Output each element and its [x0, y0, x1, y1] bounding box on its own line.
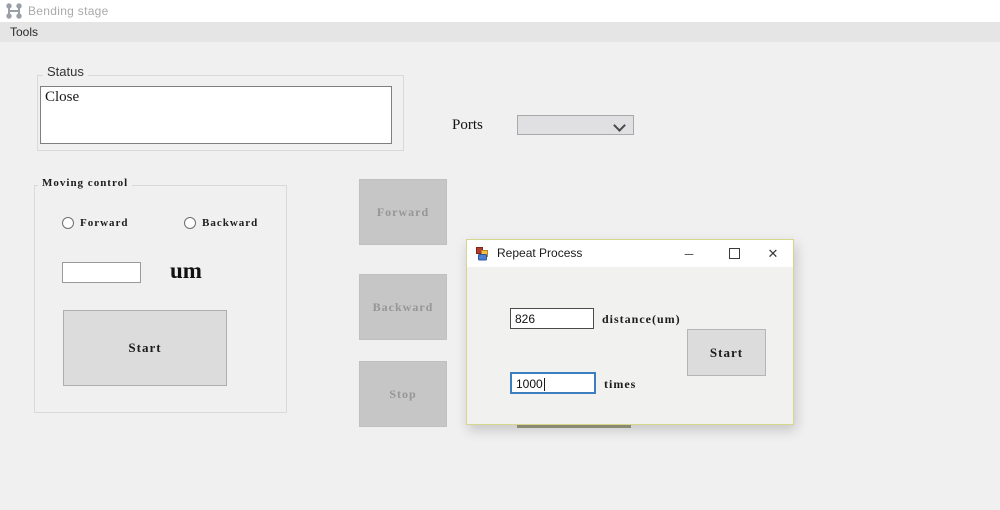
radio-circle-icon	[184, 217, 196, 229]
minimize-icon: ─	[684, 246, 694, 261]
radio-forward[interactable]: Forward	[62, 217, 129, 229]
repeat-start-button[interactable]: Start	[687, 329, 766, 376]
repeat-process-dialog: Repeat Process ─ ✕ distance(um) Start 10…	[466, 239, 794, 425]
main-window: Bending stage Tools Status Close Ports M…	[0, 0, 1000, 510]
chevron-down-icon	[613, 119, 626, 132]
status-group-title: Status	[43, 64, 88, 79]
jog-backward-label: Backward	[372, 299, 434, 314]
start-button-label: Start	[128, 340, 162, 355]
repeat-distance-label: distance(um)	[602, 312, 681, 326]
repeat-times-input[interactable]: 1000	[510, 372, 596, 394]
status-textbox[interactable]: Close	[40, 86, 392, 144]
menu-item-tools[interactable]: Tools	[0, 22, 48, 42]
um-unit-label: um	[170, 258, 202, 283]
ports-label: Ports	[452, 117, 483, 133]
repeat-times-label: times	[604, 377, 637, 391]
jog-stop-button[interactable]: Stop	[359, 361, 447, 427]
stage-icon	[6, 3, 22, 19]
text-caret	[543, 378, 545, 392]
jog-forward-button[interactable]: Forward	[359, 179, 447, 245]
repeat-distance-input[interactable]	[510, 308, 594, 329]
repeat-start-label: Start	[709, 344, 744, 360]
dialog-title: Repeat Process	[497, 246, 583, 260]
moving-control-title: Moving control	[38, 177, 133, 189]
close-icon: ✕	[767, 245, 779, 261]
ports-combobox[interactable]	[517, 115, 634, 135]
radio-backward-label: Backward	[202, 217, 259, 229]
status-text: Close	[45, 89, 80, 105]
close-button[interactable]: ✕	[758, 243, 788, 264]
radio-backward[interactable]: Backward	[184, 217, 258, 229]
jog-forward-label: Forward	[376, 204, 430, 219]
repeat-times-value: 1000	[516, 377, 543, 391]
radio-circle-icon	[62, 217, 74, 229]
jog-backward-button[interactable]: Backward	[359, 274, 447, 340]
jog-stop-label: Stop	[389, 386, 417, 401]
menu-bar: Tools	[0, 22, 1000, 42]
radio-forward-label: Forward	[80, 217, 129, 229]
maximize-button[interactable]	[719, 243, 749, 264]
minimize-button[interactable]: ─	[674, 243, 704, 264]
moving-control-start-button[interactable]: Start	[63, 310, 227, 386]
window-titlebar[interactable]: Bending stage	[0, 0, 1000, 22]
maximize-icon	[728, 248, 740, 259]
dialog-titlebar[interactable]: Repeat Process ─ ✕	[467, 240, 793, 267]
window-title: Bending stage	[28, 4, 109, 18]
move-distance-input[interactable]	[62, 262, 141, 283]
form-icon	[476, 247, 490, 261]
